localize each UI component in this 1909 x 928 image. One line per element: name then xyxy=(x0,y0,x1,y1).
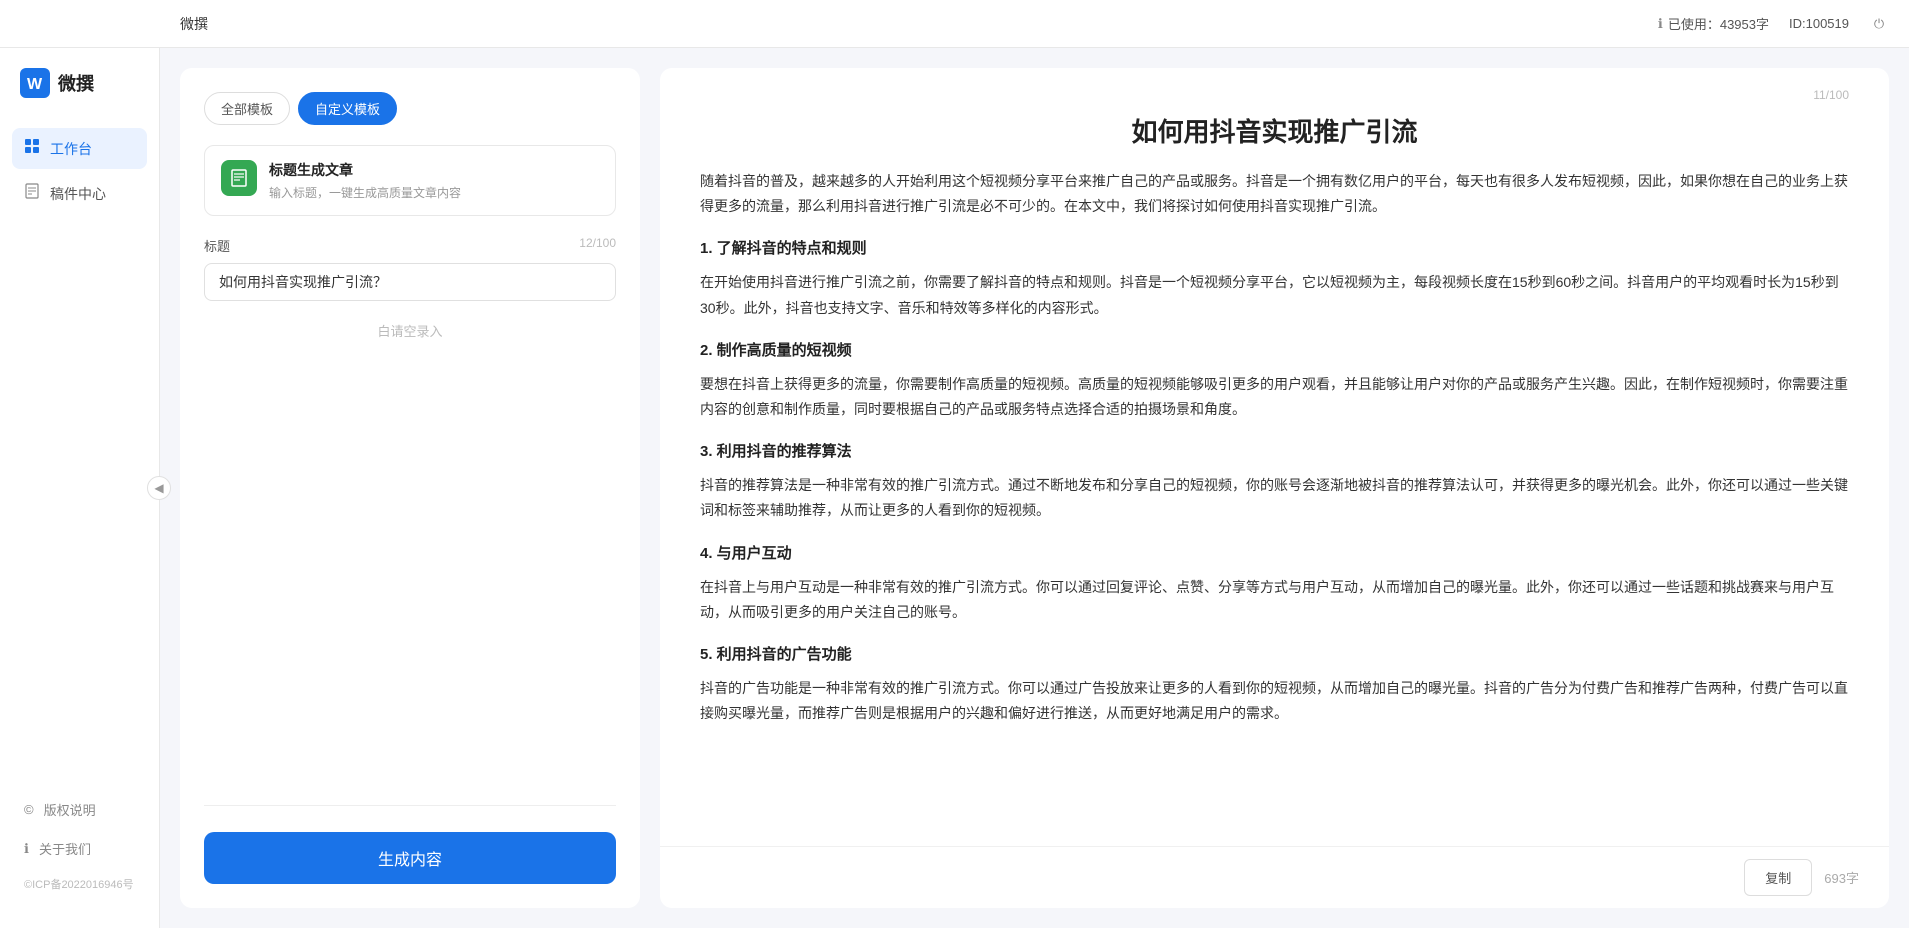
article-section-paragraph: 要想在抖音上获得更多的流量，你需要制作高质量的短视频。高质量的短视频能够吸引更多… xyxy=(700,372,1849,422)
logo-w: W xyxy=(20,68,50,98)
article-section-heading: 3. 利用抖音的推荐算法 xyxy=(700,438,1849,465)
info-icon: ℹ xyxy=(1658,16,1663,32)
article-section-heading: 4. 与用户互动 xyxy=(700,540,1849,567)
template-info: 标题生成文章 输入标题，一键生成高质量文章内容 xyxy=(269,160,599,201)
word-count: 693字 xyxy=(1824,868,1859,887)
template-card[interactable]: 标题生成文章 输入标题，一键生成高质量文章内容 xyxy=(204,145,616,216)
title-input[interactable] xyxy=(204,263,616,301)
form-label: 标题 12/100 xyxy=(204,236,616,255)
left-panel: 全部模板 自定义模板 标题生成文章 输入标题，一键生成高质量文章内容 xyxy=(180,68,640,908)
sidebar-item-label: 工作台 xyxy=(50,139,92,159)
article-section-paragraph: 在开始使用抖音进行推广引流之前，你需要了解抖音的特点和规则。抖音是一个短视频分享… xyxy=(700,270,1849,320)
tab-all-templates[interactable]: 全部模板 xyxy=(204,92,290,125)
topbar-usage: ℹ 已使用：43953字 xyxy=(1658,14,1769,33)
sidebar-item-drafts[interactable]: 稿件中心 xyxy=(12,173,147,214)
label-text: 标题 xyxy=(204,236,230,255)
topbar-title: 微撰 xyxy=(180,14,208,34)
sidebar-item-copyright[interactable]: © 版权说明 xyxy=(12,792,147,827)
article-section-heading: 1. 了解抖音的特点和规则 xyxy=(700,235,1849,262)
copy-button[interactable]: 复制 xyxy=(1744,859,1812,896)
workbench-icon xyxy=(24,138,40,159)
sidebar-item-about[interactable]: ℹ 关于我们 xyxy=(12,831,147,866)
empty-hint: 白请空录入 xyxy=(204,301,616,360)
right-panel: 11/100 如何用抖音实现推广引流 随着抖音的普及，越来越多的人开始利用这个短… xyxy=(660,68,1889,908)
char-count: 12/100 xyxy=(579,236,616,255)
power-icon[interactable]: ⏻ xyxy=(1869,14,1889,34)
template-desc: 输入标题，一键生成高质量文章内容 xyxy=(269,184,599,201)
article-section-heading: 2. 制作高质量的短视频 xyxy=(700,337,1849,364)
page-info: 11/100 xyxy=(700,88,1849,102)
sidebar-nav: 工作台 稿件中心 xyxy=(0,128,159,792)
template-tabs: 全部模板 自定义模板 xyxy=(204,92,616,125)
generate-button[interactable]: 生成内容 xyxy=(204,832,616,884)
article-section-paragraph: 在抖音上与用户互动是一种非常有效的推广引流方式。你可以通过回复评论、点赞、分享等… xyxy=(700,575,1849,625)
sidebar-bottom: © 版权说明 ℹ 关于我们 ©ICP备2022016946号 xyxy=(0,792,159,908)
divider xyxy=(204,805,616,806)
sidebar-collapse-button[interactable]: ◀ xyxy=(147,476,171,500)
template-card-icon xyxy=(221,160,257,196)
about-icon: ℹ xyxy=(24,841,29,857)
main-layout: W 微撰 工作台 xyxy=(0,48,1909,928)
copyright-icon: © xyxy=(24,802,34,817)
topbar-right: ℹ 已使用：43953字 ID:100519 ⏻ xyxy=(1658,14,1889,34)
topbar-id: ID:100519 xyxy=(1789,16,1849,31)
article-title: 如何用抖音实现推广引流 xyxy=(700,112,1849,169)
icp-text: ©ICP备2022016946号 xyxy=(12,870,147,898)
article-section-paragraph: 随着抖音的普及，越来越多的人开始利用这个短视频分享平台来推广自己的产品或服务。抖… xyxy=(700,169,1849,219)
content-area: 全部模板 自定义模板 标题生成文章 输入标题，一键生成高质量文章内容 xyxy=(160,48,1909,928)
tab-custom-templates[interactable]: 自定义模板 xyxy=(298,92,397,125)
topbar: 微撰 ℹ 已使用：43953字 ID:100519 ⏻ xyxy=(0,0,1909,48)
usage-text: 已使用：43953字 xyxy=(1668,14,1769,33)
copyright-label: 版权说明 xyxy=(44,800,96,819)
sidebar: W 微撰 工作台 xyxy=(0,48,160,928)
about-label: 关于我们 xyxy=(39,839,91,858)
drafts-icon xyxy=(24,183,40,204)
svg-text:W: W xyxy=(27,76,43,93)
article-section-paragraph: 抖音的推荐算法是一种非常有效的推广引流方式。通过不断地发布和分享自己的短视频，你… xyxy=(700,473,1849,523)
sidebar-logo: W 微撰 xyxy=(0,68,159,128)
logo-text: 微撰 xyxy=(58,70,94,96)
right-panel-header: 11/100 如何用抖音实现推广引流 xyxy=(660,68,1889,169)
right-panel-footer: 复制 693字 xyxy=(660,846,1889,908)
sidebar-item-label: 稿件中心 xyxy=(50,184,106,204)
template-name: 标题生成文章 xyxy=(269,160,599,180)
article-section-paragraph: 抖音的广告功能是一种非常有效的推广引流方式。你可以通过广告投放来让更多的人看到你… xyxy=(700,676,1849,726)
article-section-heading: 5. 利用抖音的广告功能 xyxy=(700,641,1849,668)
article-content: 随着抖音的普及，越来越多的人开始利用这个短视频分享平台来推广自己的产品或服务。抖… xyxy=(660,169,1889,846)
sidebar-item-workbench[interactable]: 工作台 xyxy=(12,128,147,169)
